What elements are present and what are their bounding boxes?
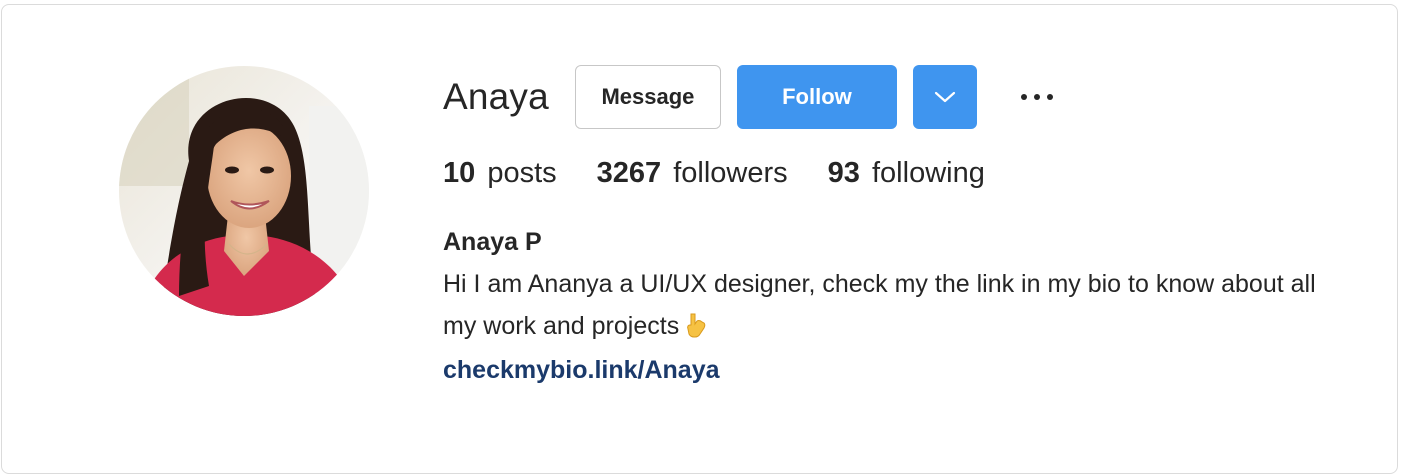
following-label: following [872, 156, 985, 189]
chevron-down-icon [934, 84, 956, 110]
username: Anaya [443, 76, 549, 117]
bio-link[interactable]: checkmybio.link/Anaya [443, 349, 1343, 391]
followers-label: followers [673, 156, 788, 189]
posts-stat: 10 posts [443, 157, 557, 190]
profile-photo [119, 66, 369, 316]
follow-button[interactable]: Follow [736, 65, 897, 129]
profile-stats: 10 posts 3267 followers 93 following [443, 153, 1343, 193]
posts-count: 10 [443, 156, 476, 189]
profile-header-row: Anaya Message Follow [443, 64, 1343, 130]
pointing-down-hand-icon [685, 309, 707, 351]
followers-stat[interactable]: 3267 followers [597, 157, 788, 190]
suggested-dropdown-button[interactable] [912, 65, 977, 129]
following-stat[interactable]: 93 following [828, 157, 985, 190]
following-count: 93 [827, 156, 860, 189]
bio-text: Hi I am Ananya a UI/UX designer, check m… [443, 270, 1316, 340]
more-options-button[interactable] [1017, 65, 1057, 129]
posts-label: posts [487, 156, 557, 189]
message-button[interactable]: Message [574, 65, 721, 129]
profile-info: Anaya Message Follow 10 posts 3267 follo… [443, 64, 1343, 391]
more-options-icon [1020, 88, 1054, 106]
full-name: Anaya P [443, 228, 542, 256]
bio: Hi I am Ananya a UI/UX designer, check m… [443, 263, 1323, 351]
avatar[interactable] [119, 66, 369, 316]
followers-count: 3267 [596, 156, 662, 189]
